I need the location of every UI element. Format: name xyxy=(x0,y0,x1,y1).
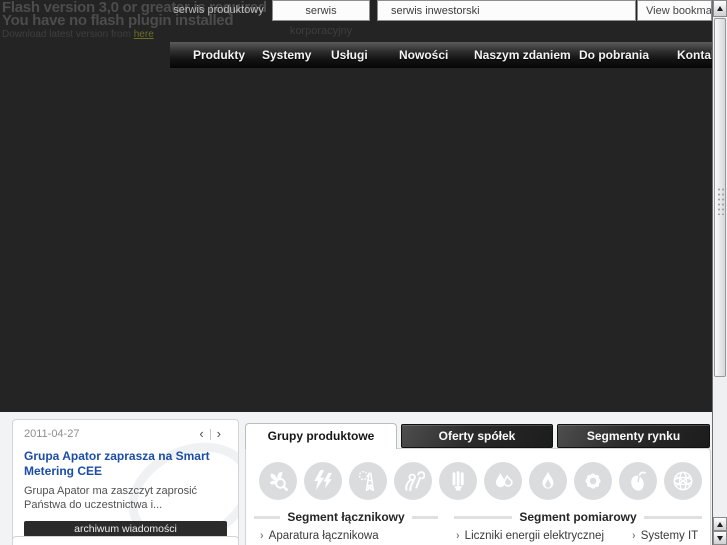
nav-item-produkty[interactable]: Produkty xyxy=(193,42,245,68)
product-icon-tools[interactable] xyxy=(394,462,432,500)
scroll-up-button-bottom[interactable] xyxy=(713,517,727,531)
scroll-up-button[interactable] xyxy=(713,0,727,17)
tools-icon xyxy=(405,471,425,492)
segment-lacznikowy-header: Segment łącznikowy xyxy=(246,510,446,524)
product-icon-lightning[interactable] xyxy=(304,462,342,500)
segment-item-label: Liczniki energii elektrycznej xyxy=(464,530,605,542)
flash-warning-line3: Download latest version from here xyxy=(2,29,267,40)
news-widget: 2011-04-27 ‹ › Grupa Apator zaprasza na … xyxy=(12,419,239,545)
dash-decoration xyxy=(643,515,702,519)
dash-decoration xyxy=(254,515,281,519)
scrollbar-thumb[interactable] xyxy=(714,18,726,377)
link-systemy-it[interactable]: › Systemy IT xyxy=(632,530,698,542)
triangle-up-icon xyxy=(717,6,723,11)
page: Flash version 3,0 or greater is required… xyxy=(0,0,727,545)
segment-item-label: Systemy IT xyxy=(640,530,699,542)
link-liczniki-energii[interactable]: › Liczniki energii elektrycznej xyxy=(456,530,604,542)
product-icon-mouse[interactable] xyxy=(619,462,657,500)
scrollbar-grip xyxy=(717,187,725,215)
link-aparatura-lacznikowa[interactable]: › Aparatura łącznikowa xyxy=(260,530,379,542)
flame-icon xyxy=(542,471,554,489)
news-archive-button[interactable]: archiwum wiadomości xyxy=(24,521,227,537)
segment-pomiarowy-column: Segment pomiarowy › Liczniki energii elek… xyxy=(446,510,710,542)
nav-item-naszym-zdaniem[interactable]: Naszym zdaniem xyxy=(474,42,571,68)
product-groups-panel: Segment łącznikowy › Aparatura łącznikowa… xyxy=(245,448,711,545)
product-icon-tower[interactable] xyxy=(349,462,387,500)
service-tab-strip: serwis produktowy serwis korporacyjny se… xyxy=(0,0,727,37)
tab-grupy-produktowe[interactable]: Grupy produktowe xyxy=(245,423,397,449)
segments-row: Segment łącznikowy › Aparatura łącznikowa… xyxy=(246,510,710,542)
nav-item-uslugi[interactable]: Usługi xyxy=(331,42,368,68)
fan-magnifier-icon xyxy=(269,472,288,491)
tab-segmenty-rynku[interactable]: Segmenty rynku xyxy=(557,424,710,448)
chevron-bullet-icon: › xyxy=(260,530,264,542)
segment-name: Segment pomiarowy xyxy=(519,510,637,524)
network-globe-icon xyxy=(673,471,693,491)
news-excerpt: Grupa Apator ma zaszczyt zaprosić Państw… xyxy=(24,485,198,511)
segment-name: Segment łącznikowy xyxy=(287,510,405,524)
product-icon-fan-magnifier[interactable] xyxy=(259,462,297,500)
segment-lacznikowy-column: Segment łącznikowy › Aparatura łącznikowa xyxy=(246,510,446,542)
flash-download-link[interactable]: here xyxy=(134,29,154,40)
chevron-bullet-icon: › xyxy=(456,530,460,542)
next-arrow-button[interactable]: › xyxy=(211,427,227,440)
product-icon-network-globe[interactable] xyxy=(664,462,702,500)
tab-serwis-produktowy[interactable]: serwis produktowy xyxy=(170,0,267,21)
segment-item-label: Aparatura łącznikowa xyxy=(268,530,379,542)
news-headline-link[interactable]: Grupa Apator zaprasza na Smart Metering … xyxy=(24,449,227,479)
water-drops-icon xyxy=(495,472,513,488)
cfl-bulb-icon xyxy=(452,471,464,491)
tower-icon xyxy=(358,470,375,491)
dash-decoration xyxy=(411,515,438,519)
flash-download-text: Download latest version from xyxy=(2,29,134,40)
product-icon-cfl-bulb[interactable] xyxy=(439,462,477,500)
page-scrollbar[interactable] xyxy=(712,0,727,545)
product-icon-gear[interactable] xyxy=(574,462,612,500)
mouse-icon xyxy=(631,471,647,491)
nav-item-kontakt[interactable]: Kontakt xyxy=(677,42,712,68)
nav-item-systemy[interactable]: Systemy xyxy=(262,42,311,68)
view-bookmark-button[interactable]: View bookmark xyxy=(637,0,712,21)
triangle-up-icon xyxy=(717,521,723,527)
prev-arrow-button[interactable]: ‹ xyxy=(193,427,209,440)
product-icon-row xyxy=(259,462,710,500)
dash-decoration xyxy=(454,515,513,519)
scroll-down-button[interactable] xyxy=(713,531,727,545)
nav-item-nowosci[interactable]: Nowości xyxy=(399,42,448,68)
news-date: 2011-04-27 xyxy=(24,428,80,440)
gear-icon xyxy=(585,473,601,489)
nav-item-do-pobrania[interactable]: Do pobrania xyxy=(579,42,649,68)
chevron-bullet-icon: › xyxy=(632,530,636,542)
tab-serwis-korporacyjny[interactable]: serwis korporacyjny xyxy=(272,0,370,37)
main-nav: Produkty Systemy Usługi Nowości Naszym z… xyxy=(170,42,712,68)
lightning-icon xyxy=(314,470,333,491)
product-icon-flame[interactable] xyxy=(529,462,567,500)
product-icon-water-drops[interactable] xyxy=(484,462,522,500)
news-pager: ‹ › xyxy=(193,427,227,440)
tab-oferty-spolek[interactable]: Oferty spółek xyxy=(401,424,553,448)
shortcuts-widget: Na skróty xyxy=(12,536,239,545)
tab-serwis-inwestorski[interactable]: serwis inwestorski xyxy=(377,0,636,21)
segment-pomiarowy-header: Segment pomiarowy xyxy=(446,510,710,524)
triangle-down-icon xyxy=(717,535,723,541)
